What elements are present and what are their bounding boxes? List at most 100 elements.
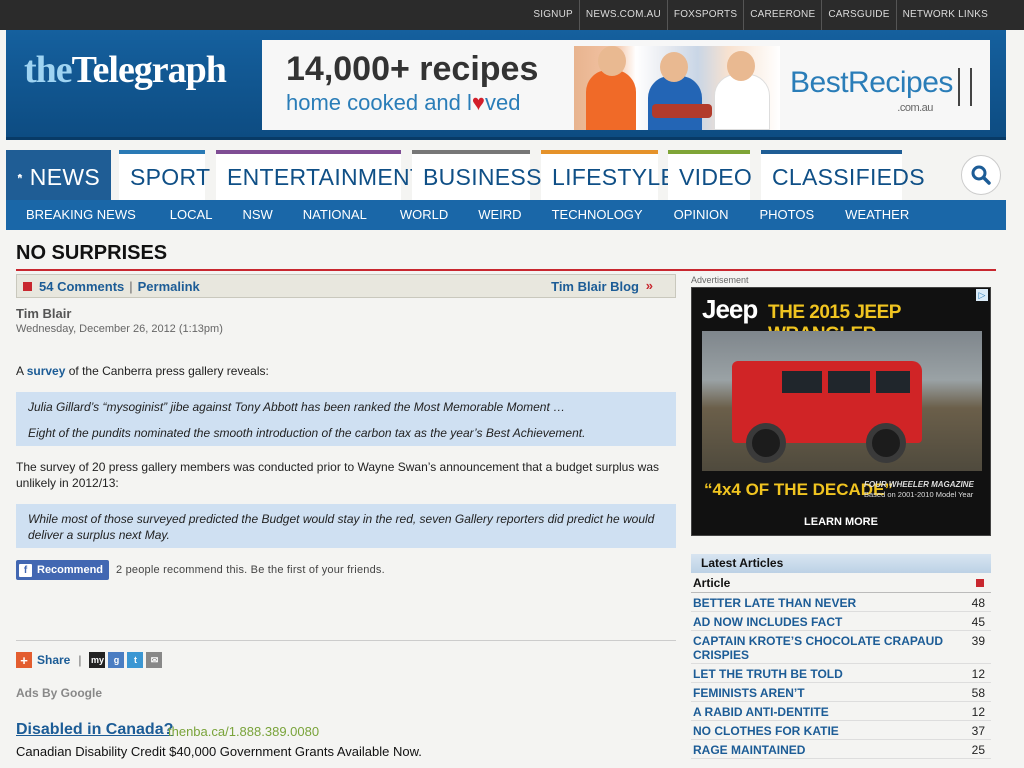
topbar-link-news[interactable]: NEWS.COM.AU <box>578 0 667 30</box>
myspace-icon[interactable]: my <box>89 652 106 668</box>
latest-articles-columns: Article <box>691 573 991 593</box>
jeep-logo: Jeep <box>702 294 758 324</box>
article-body: A survey of the Canberra press gallery r… <box>16 363 676 561</box>
article-link[interactable]: BETTER LATE THAN NEVER <box>693 596 955 610</box>
tab-lifestyle[interactable]: LIFESTYLE <box>541 150 676 200</box>
topbar-link-careerone[interactable]: CAREERONE <box>743 0 821 30</box>
tab-business[interactable]: BUSINESS <box>412 150 541 200</box>
banner-headline: 14,000+ recipes <box>286 50 539 88</box>
article-link[interactable]: AD NOW INCLUDES FACT <box>693 615 955 629</box>
jeep-photo <box>702 331 982 471</box>
comment-count: 48 <box>971 596 985 610</box>
article-link[interactable]: A RABID ANTI-DENTITE <box>693 705 955 719</box>
list-item: LET THE TRUTH BE TOLD 12 <box>691 664 991 683</box>
masthead: theTelegraph 14,000+ recipes home cooked… <box>6 30 1006 140</box>
blockquote: Julia Gillard’s “mysoginist” jibe agains… <box>16 392 676 446</box>
comment-icon <box>976 578 984 587</box>
subnav-weird[interactable]: WEIRD <box>478 200 521 230</box>
google-ad-url[interactable]: thenba.ca/1.888.389.0080 <box>168 724 319 739</box>
tab-news[interactable]: NEWS <box>6 150 111 200</box>
banner-brand: BestRecipes .com.au <box>790 66 953 114</box>
banner-photo <box>574 46 780 130</box>
paragraph: The survey of 20 press gallery members w… <box>16 460 660 490</box>
article-link[interactable]: FEMINISTS AREN’T <box>693 686 955 700</box>
google-ad-description: Canadian Disability Credit $40,000 Gover… <box>16 744 422 759</box>
learn-more-button[interactable]: LEARN MORE <box>692 516 990 528</box>
comment-count: 45 <box>971 615 985 629</box>
sub-navigation: BREAKING NEWS LOCAL NSW NATIONAL WORLD W… <box>6 200 1006 230</box>
blog-link[interactable]: Tim Blair Blog <box>551 279 639 294</box>
share-bar: + Share | my g t ✉ <box>16 652 165 668</box>
latest-articles: Latest Articles Article BETTER LATE THAN… <box>691 554 991 759</box>
tab-entertainment[interactable]: ENTERTAINMENT <box>216 150 424 200</box>
chevron-right-icon: » <box>645 278 653 293</box>
banner-ad[interactable]: 14,000+ recipes home cooked and l♥ved Be… <box>262 40 990 130</box>
subnav-opinion[interactable]: OPINION <box>674 200 729 230</box>
home-icon <box>17 173 23 179</box>
comments-link[interactable]: 54 Comments <box>39 279 124 294</box>
paragraph: A survey of the Canberra press gallery r… <box>16 364 269 378</box>
email-icon[interactable]: ✉ <box>146 652 163 668</box>
blockquote: While most of those surveyed predicted t… <box>16 504 676 548</box>
quote-text: While most of those surveyed predicted t… <box>28 512 655 542</box>
article-link[interactable]: NO CLOTHES FOR KATIE <box>693 724 955 738</box>
article-date: Wednesday, December 26, 2012 (1:13pm) <box>16 323 223 335</box>
cutlery-icon <box>958 68 972 106</box>
article-link[interactable]: RAGE MAINTAINED <box>693 743 955 757</box>
subnav-local[interactable]: LOCAL <box>170 200 213 230</box>
article-link[interactable]: CAPTAIN KROTE’S CHOCOLATE CRAPAUD CRISPI… <box>693 634 955 662</box>
jeep-ad[interactable]: Jeep THE 2015 JEEP WRANGLER ▷ “4x4 OF TH… <box>691 287 991 536</box>
article-title: NO SURPRISES <box>16 242 996 271</box>
adchoices-icon[interactable]: ▷ <box>976 289 988 301</box>
comment-count: 58 <box>971 686 985 700</box>
list-item: A RABID ANTI-DENTITE 12 <box>691 702 991 721</box>
topbar-link-carsguide[interactable]: CARSGUIDE <box>821 0 895 30</box>
recommend-button[interactable]: f Recommend <box>16 560 110 580</box>
tab-classifieds[interactable]: CLASSIFIEDS <box>761 150 925 200</box>
divider <box>16 640 676 641</box>
quote-text: Julia Gillard’s “mysoginist” jibe agains… <box>28 400 566 414</box>
comment-count: 12 <box>971 667 985 681</box>
comment-count: 37 <box>971 724 985 738</box>
tab-sport[interactable]: SPORT <box>119 150 210 200</box>
subnav-photos[interactable]: PHOTOS <box>760 200 815 230</box>
advertisement-label: Advertisement <box>691 275 749 285</box>
comment-count: 39 <box>971 634 985 648</box>
share-separator: | <box>78 653 82 667</box>
article-author[interactable]: Tim Blair <box>16 306 71 321</box>
subnav-nsw[interactable]: NSW <box>242 200 272 230</box>
quote-text: Eight of the pundits nominated the smoot… <box>28 426 586 440</box>
subnav-weather[interactable]: WEATHER <box>845 200 909 230</box>
site-logo[interactable]: theTelegraph <box>24 48 227 92</box>
google-icon[interactable]: g <box>108 652 125 668</box>
tab-video[interactable]: VIDEO <box>668 150 752 200</box>
comment-icon <box>23 281 32 291</box>
list-item: CAPTAIN KROTE’S CHOCOLATE CRAPAUD CRISPI… <box>691 631 991 664</box>
list-item: FEMINISTS AREN’T 58 <box>691 683 991 702</box>
latest-articles-header: Latest Articles <box>691 554 991 573</box>
subnav-world[interactable]: WORLD <box>400 200 448 230</box>
topbar-link-signup[interactable]: SIGNUP <box>527 0 579 30</box>
subnav-breaking-news[interactable]: BREAKING NEWS <box>26 200 136 230</box>
list-item: AD NOW INCLUDES FACT 45 <box>691 612 991 631</box>
article-link[interactable]: LET THE TRUTH BE TOLD <box>693 667 955 681</box>
network-links: SIGNUP NEWS.COM.AU FOXSPORTS CAREERONE C… <box>527 0 994 30</box>
search-button[interactable] <box>961 155 1001 195</box>
comment-count: 25 <box>971 743 985 757</box>
google-ad-title[interactable]: Disabled in Canada? <box>16 721 173 739</box>
permalink-link[interactable]: Permalink <box>138 279 200 294</box>
share-plus-icon[interactable]: + <box>16 652 32 668</box>
heart-icon: ♥ <box>471 90 485 115</box>
main-navigation: NEWS SPORT ENTERTAINMENT BUSINESS LIFEST… <box>6 150 1006 200</box>
recommend-count: 2 people recommend this. Be the first of… <box>116 564 385 576</box>
share-button[interactable]: Share <box>37 653 70 667</box>
subnav-national[interactable]: NATIONAL <box>303 200 367 230</box>
survey-link[interactable]: survey <box>27 364 66 378</box>
twitter-icon[interactable]: t <box>127 652 144 668</box>
list-item: RAGE MAINTAINED 25 <box>691 740 991 759</box>
list-item: BETTER LATE THAN NEVER 48 <box>691 593 991 612</box>
subnav-technology[interactable]: TECHNOLOGY <box>552 200 643 230</box>
list-item: NO CLOTHES FOR KATIE 37 <box>691 721 991 740</box>
topbar-link-network[interactable]: NETWORK LINKS <box>895 0 994 30</box>
topbar-link-foxsports[interactable]: FOXSPORTS <box>666 0 743 30</box>
